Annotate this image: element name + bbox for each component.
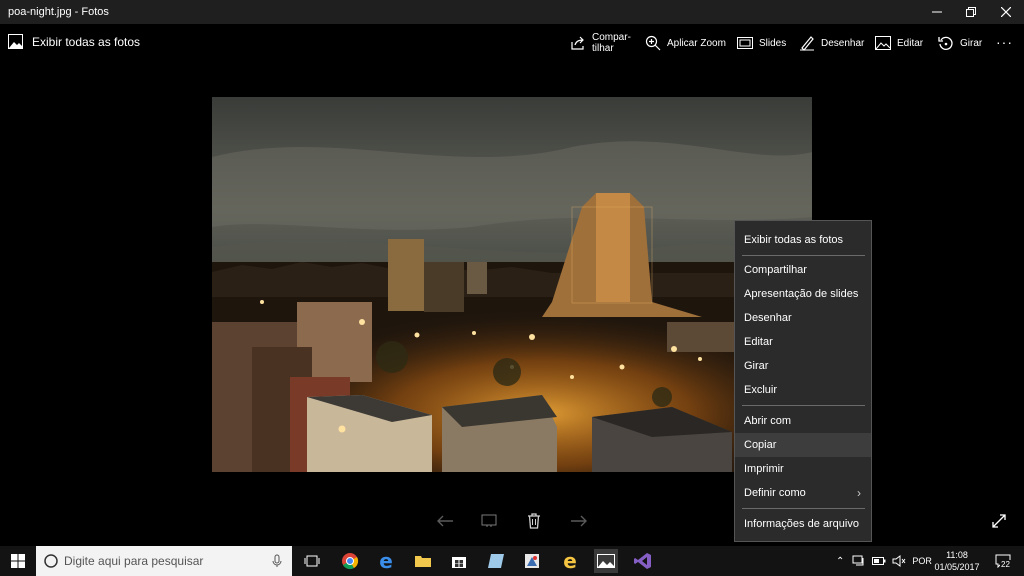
- photos-app-icon: [597, 554, 615, 568]
- notification-count: 22: [1000, 560, 1011, 569]
- show-all-photos-label: Exibir todas as fotos: [32, 34, 141, 49]
- arrow-left-icon: [437, 515, 453, 527]
- search-box[interactable]: Digite aqui para pesquisar: [36, 546, 292, 576]
- menu-item-draw[interactable]: Desenhar: [735, 306, 871, 330]
- menu-item-delete[interactable]: Excluir: [735, 378, 871, 402]
- arrow-right-icon: [571, 515, 587, 527]
- trash-icon: [528, 513, 540, 529]
- edge-button[interactable]: e: [374, 549, 398, 573]
- task-view-button[interactable]: [300, 549, 324, 573]
- photo-icon: [8, 34, 23, 49]
- network-icon[interactable]: [852, 555, 866, 567]
- zoom-button[interactable]: Aplicar Zoom: [645, 24, 726, 62]
- draw-label: Desenhar: [821, 37, 865, 49]
- start-button[interactable]: [0, 546, 36, 576]
- show-all-photos-button[interactable]: Exibir todas as fotos: [8, 34, 140, 49]
- menu-item-show-all[interactable]: Exibir todas as fotos: [735, 228, 871, 252]
- expand-icon: [992, 514, 1006, 528]
- share-button[interactable]: Compar- tilhar: [570, 24, 631, 62]
- chevron-up-icon[interactable]: ⌃: [836, 556, 844, 567]
- system-tray: ⌃ POR: [836, 546, 932, 576]
- slides-label: Slides: [759, 37, 787, 49]
- edit-label: Editar: [897, 37, 924, 49]
- search-placeholder: Digite aqui para pesquisar: [64, 554, 204, 568]
- chevron-right-icon: ›: [857, 486, 861, 500]
- restore-button[interactable]: [954, 0, 988, 24]
- clock-time: 11:08: [946, 550, 968, 560]
- minimize-icon: [932, 11, 942, 13]
- store-button[interactable]: [447, 549, 471, 573]
- menu-separator: [742, 405, 865, 406]
- cortana-icon: [44, 554, 58, 568]
- paint-app-icon: [525, 554, 539, 568]
- notes-app-icon: [488, 554, 504, 568]
- rotate-icon: [938, 36, 953, 50]
- edit-photo-icon: [875, 35, 891, 50]
- fullscreen-button[interactable]: [988, 510, 1010, 532]
- action-center-button[interactable]: 22: [991, 549, 1015, 573]
- menu-item-rotate[interactable]: Girar: [735, 354, 871, 378]
- windows-logo-icon: [11, 554, 25, 568]
- taskbar: Digite aqui para pesquisar e e ⌃ POR 11:…: [0, 546, 1024, 576]
- pen-icon: [800, 36, 814, 51]
- volume-muted-icon[interactable]: [892, 555, 906, 567]
- slides-button[interactable]: Slides: [737, 24, 786, 62]
- clock-date: 01/05/2017: [934, 562, 980, 572]
- visual-studio-icon: [634, 553, 651, 569]
- microphone-icon: [272, 554, 282, 567]
- next-button[interactable]: [568, 510, 590, 532]
- chrome-button[interactable]: [338, 549, 362, 573]
- share-icon: [571, 36, 584, 50]
- photo: [212, 97, 812, 472]
- close-button[interactable]: [989, 0, 1023, 24]
- battery-icon[interactable]: [872, 556, 886, 566]
- menu-item-set-as[interactable]: Definir como ›: [735, 481, 871, 505]
- chrome-icon: [342, 553, 359, 570]
- internet-explorer-button[interactable]: e: [558, 549, 582, 573]
- previous-button[interactable]: [434, 510, 456, 532]
- slides-small-icon: [481, 514, 497, 527]
- visual-studio-button[interactable]: [631, 549, 655, 573]
- edge-icon: e: [379, 549, 393, 573]
- title-bar: poa-night.jpg - Fotos: [0, 0, 1024, 24]
- menu-item-file-info[interactable]: Informações de arquivo: [735, 512, 871, 536]
- share-label-1: Compar-: [592, 32, 631, 43]
- more-options-button[interactable]: ···: [996, 34, 1013, 50]
- app-button-2[interactable]: [520, 549, 544, 573]
- minimize-button[interactable]: [920, 0, 954, 24]
- menu-separator: [742, 508, 865, 509]
- menu-item-copy[interactable]: Copiar: [735, 433, 871, 457]
- menu-item-slideshow[interactable]: Apresentação de slides: [735, 282, 871, 306]
- internet-explorer-icon: e: [563, 549, 577, 573]
- share-label-2: tilhar: [592, 43, 614, 54]
- folder-icon: [415, 556, 431, 567]
- store-icon: [452, 557, 466, 568]
- menu-item-print[interactable]: Imprimir: [735, 457, 871, 481]
- city-night-image: [212, 97, 812, 472]
- photos-app-button[interactable]: [594, 549, 618, 573]
- app-button-1[interactable]: [484, 549, 508, 573]
- context-menu: Exibir todas as fotos Compartilhar Apres…: [734, 220, 872, 542]
- close-icon: [1001, 7, 1011, 17]
- photo-info-button[interactable]: [478, 510, 500, 532]
- rotate-label: Girar: [960, 37, 983, 49]
- menu-item-open-with[interactable]: Abrir com: [735, 409, 871, 433]
- zoom-icon: [645, 35, 661, 51]
- file-explorer-button[interactable]: [411, 549, 435, 573]
- restore-icon: [966, 7, 976, 17]
- menu-item-edit[interactable]: Editar: [735, 330, 871, 354]
- zoom-label: Aplicar Zoom: [667, 37, 726, 49]
- rotate-button[interactable]: Girar: [938, 24, 982, 62]
- toolbar: Exibir todas as fotos Compar- tilhar Apl…: [0, 24, 1024, 62]
- task-view-icon: [304, 555, 320, 567]
- window-title: poa-night.jpg - Fotos: [8, 6, 109, 18]
- menu-item-set-as-label: Definir como: [744, 487, 806, 499]
- slideshow-icon: [737, 37, 753, 49]
- menu-separator: [742, 255, 865, 256]
- edit-button[interactable]: Editar: [875, 24, 923, 62]
- clock[interactable]: 11:08 01/05/2017: [928, 549, 986, 573]
- menu-item-share[interactable]: Compartilhar: [735, 258, 871, 282]
- draw-button[interactable]: Desenhar: [799, 24, 864, 62]
- delete-button[interactable]: [523, 510, 545, 532]
